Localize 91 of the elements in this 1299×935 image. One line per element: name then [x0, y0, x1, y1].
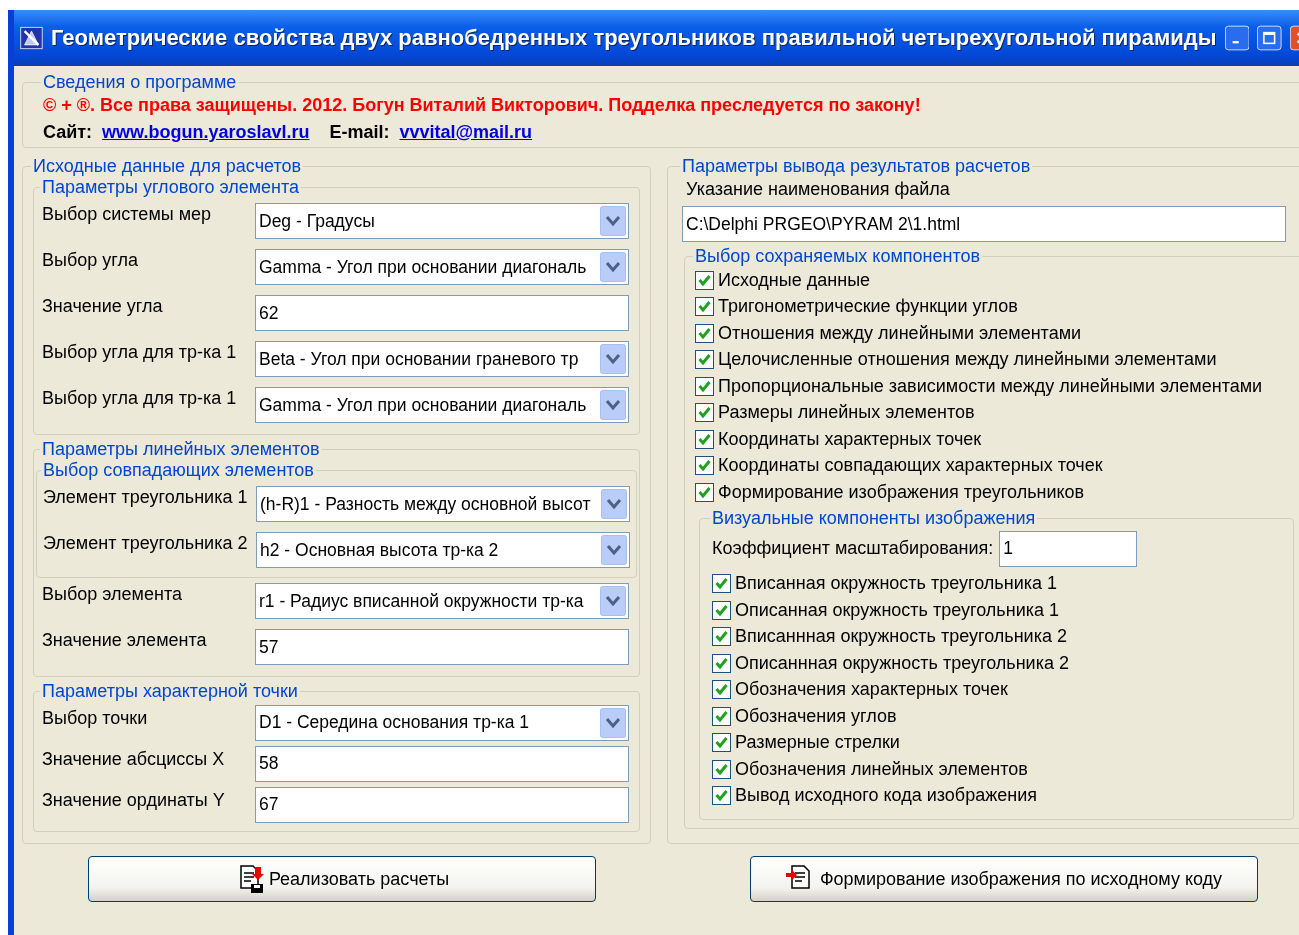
- field-label: Выбор угла для тр-ка 1: [42, 341, 238, 363]
- chevron-down-icon[interactable]: [600, 206, 626, 236]
- checkbox-label: Размерные стрелки: [735, 732, 900, 754]
- group-title: Параметры характерной точки: [41, 681, 299, 702]
- group-title: Визуальные компоненты изображения: [711, 507, 1037, 529]
- checkbox[interactable]: [712, 733, 731, 753]
- input-field[interactable]: 58: [255, 745, 629, 782]
- action-button[interactable]: Реализовать расчеты: [88, 856, 596, 902]
- group-title: Сведения о программе: [42, 72, 238, 93]
- field-label: Выбор угла для тр-ка 1: [42, 387, 238, 409]
- group-title: Параметры линейных элементов: [41, 439, 321, 460]
- dropdown[interactable]: Deg - Градусы: [255, 203, 629, 239]
- input-field[interactable]: 67: [255, 786, 629, 823]
- chevron-down-icon[interactable]: [600, 344, 626, 374]
- dropdown[interactable]: Beta - Угол при основании граневого тр: [255, 341, 629, 377]
- checkbox-label: Целочисленные отношения между линейными элементами: [718, 349, 1217, 371]
- field-label: Выбор системы мер: [42, 203, 213, 225]
- field-label: Коэффициент масштабирования:: [712, 538, 994, 559]
- input-field[interactable]: C:\Delphi PRGEO\PYRAM 2\1.html: [682, 206, 1286, 242]
- email-label: E-mail:: [329, 122, 390, 143]
- checkbox-label: Вписаннная окружность треугольника 2: [735, 626, 1067, 648]
- checkbox-label: Размеры линейных элементов: [718, 402, 975, 424]
- checkbox-label: Формирование изображения треугольников: [718, 481, 1085, 503]
- checkbox[interactable]: [712, 627, 731, 647]
- checkbox[interactable]: [712, 706, 731, 726]
- checkbox[interactable]: [712, 574, 731, 594]
- field-label: Значение ординаты Y: [42, 789, 226, 811]
- checkbox-label: Исходные данные: [718, 269, 871, 291]
- checkbox-label: Описанная окружность треугольника 1: [735, 599, 1059, 621]
- field-label: Выбор точки: [42, 707, 149, 729]
- field-label: Элемент треугольника 2: [43, 532, 249, 554]
- chevron-down-icon[interactable]: [601, 535, 627, 565]
- checkbox-label: Обозначения линейных элементов: [735, 758, 1028, 780]
- group-title: Выбор совпадающих элементов: [42, 460, 315, 481]
- checkbox-label: Вывод исходного кода изображения: [735, 785, 1037, 807]
- checkbox[interactable]: [695, 429, 714, 449]
- field-label: Значение абсциссы X: [42, 748, 226, 770]
- checkbox-label: Координаты характерных точек: [718, 428, 982, 450]
- window-title: Геометрические свойства двух равнобедренных треугольников правильной четырехугольной пирамиды: [50, 25, 1217, 51]
- dropdown[interactable]: Gamma - Угол при основании диагональ: [255, 249, 629, 285]
- field-label: Выбор элемента: [42, 583, 183, 605]
- checkbox-label: Тригонометрические функции углов: [718, 296, 1018, 318]
- dropdown[interactable]: Gamma - Угол при основании диагональ: [255, 387, 629, 423]
- checkbox[interactable]: [712, 680, 731, 700]
- checkbox[interactable]: [695, 350, 714, 370]
- checkbox[interactable]: [695, 297, 714, 317]
- checkbox-label: Пропорциональные зависимости между линейными элементами: [718, 375, 1263, 397]
- checkbox[interactable]: [695, 323, 714, 343]
- email-link[interactable]: vvvital@mail.ru: [399, 122, 533, 143]
- field-label: Элемент треугольника 1: [43, 486, 249, 508]
- checkbox-label: Вписанная окружность треугольника 1: [735, 573, 1057, 595]
- checkbox[interactable]: [712, 759, 731, 779]
- minimize-button[interactable]: [1224, 22, 1250, 54]
- checkbox[interactable]: [712, 653, 731, 673]
- group-title: Параметры углового элемента: [41, 177, 301, 198]
- checkbox[interactable]: [712, 786, 731, 806]
- input-field[interactable]: 57: [255, 629, 629, 665]
- dropdown[interactable]: D1 - Середина основания тр-ка 1: [255, 704, 629, 741]
- action-button[interactable]: Формирование изображения по исходному коду: [750, 856, 1258, 902]
- site-link[interactable]: www.bogun.yaroslavl.ru: [102, 122, 310, 143]
- checkbox[interactable]: [695, 376, 714, 396]
- checkbox-label: Обозначения углов: [735, 705, 897, 727]
- checkbox-label: Координаты совпадающих характерных точек: [718, 455, 1103, 477]
- checkbox[interactable]: [712, 600, 731, 620]
- dropdown[interactable]: h2 - Основная высота тр-ка 2: [256, 532, 630, 568]
- dropdown[interactable]: (h-R)1 - Разность между основной высот: [256, 486, 630, 522]
- maximize-button[interactable]: [1257, 22, 1282, 54]
- field-label: Значение угла: [42, 295, 164, 317]
- chevron-down-icon[interactable]: [600, 390, 626, 420]
- copyright-notice: © + ®. Все права защищены. 2012. Богун Виталий Викторович. Подделка преследуется по закону!: [43, 95, 922, 116]
- field-label: Указание наименования файла: [686, 179, 951, 200]
- chevron-down-icon[interactable]: [600, 252, 626, 282]
- checkbox[interactable]: [695, 456, 714, 476]
- input-field[interactable]: 1: [999, 530, 1138, 567]
- checkbox[interactable]: [695, 482, 714, 502]
- dropdown[interactable]: r1 - Радиус вписанной окружности тр-ка: [255, 583, 629, 619]
- checkbox-label: Обозначения характерных точек: [735, 679, 1008, 701]
- group-title: Выбор сохраняемых компонентов: [694, 246, 982, 267]
- chevron-down-icon[interactable]: [600, 586, 626, 616]
- checkbox[interactable]: [695, 270, 714, 290]
- group-title: Исходные данные для расчетов: [32, 156, 303, 177]
- input-field[interactable]: 62: [255, 295, 629, 331]
- site-label: Сайт:: [43, 122, 93, 143]
- checkbox-label: Отношения между линейными элементами: [718, 322, 1082, 344]
- field-label: Значение элемента: [42, 629, 208, 651]
- chevron-down-icon[interactable]: [600, 707, 626, 738]
- field-label: Выбор угла: [42, 249, 139, 271]
- checkbox-label: Описаннная окружность треугольника 2: [735, 652, 1069, 674]
- group-title: Параметры вывода результатов расчетов: [681, 156, 1032, 177]
- chevron-down-icon[interactable]: [601, 489, 627, 519]
- checkbox[interactable]: [695, 403, 714, 423]
